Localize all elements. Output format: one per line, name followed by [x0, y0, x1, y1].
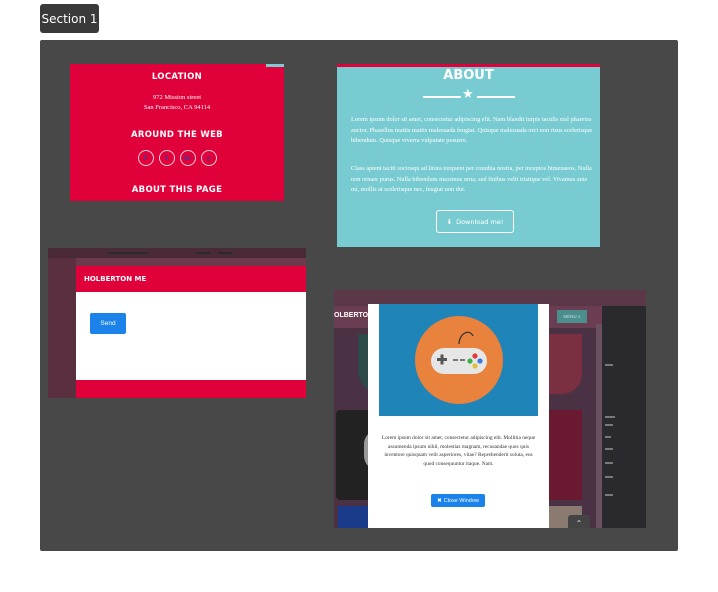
dribbble-icon[interactable]: ◎ [200, 150, 217, 166]
close-icon: ✖ [437, 497, 442, 504]
gamepad-icon [415, 316, 503, 404]
about-this-page-heading: ABOUT THIS PAGE [131, 185, 223, 195]
devtools-line [605, 364, 613, 366]
linkedin-icon[interactable]: in [179, 150, 196, 166]
devtools-line [605, 448, 613, 450]
strip-mark [108, 252, 148, 254]
devtools-line [605, 416, 615, 418]
contact-form-thumbnail: HOLBERTON ME Send [48, 248, 306, 398]
modal-body-text: Lorem ipsum dolor sit amet, consectetur … [381, 435, 536, 467]
strip-mark [218, 252, 232, 254]
dimmed-background [48, 258, 76, 398]
send-button[interactable]: Send [90, 313, 126, 334]
social-links: f t in ◎ [70, 150, 284, 166]
location-footer-thumbnail: LOCATION 972 Mission street San Francisc… [70, 64, 284, 201]
divider-line-right [477, 96, 515, 98]
screenshot-panel: LOCATION 972 Mission street San Francisc… [40, 40, 678, 551]
star-icon: ★ [462, 87, 474, 102]
devtools-line [605, 476, 613, 478]
twitter-icon[interactable]: t [158, 150, 175, 166]
contact-footer [76, 380, 306, 398]
about-section-thumbnail: ABOUT ★ Lorem ipsum dolor sit amet, cons… [337, 64, 600, 247]
address-line-1: 972 Mission street [152, 94, 202, 101]
modal-hero [379, 304, 538, 416]
contact-card: HOLBERTON ME Send [76, 266, 306, 398]
address: 972 Mission street San Francisco, CA 941… [70, 93, 284, 113]
menu-button[interactable]: MENU ≡ [557, 310, 587, 323]
corner-accent [266, 64, 284, 67]
devtools-line [605, 462, 613, 464]
close-window-button[interactable]: ✖ Close Window [431, 494, 485, 507]
about-title: ABOUT [443, 68, 494, 83]
devtools-line [605, 436, 611, 438]
devtools-pane [602, 306, 646, 528]
location-heading: LOCATION [151, 72, 203, 82]
around-the-web-heading: AROUND THE WEB [131, 130, 223, 140]
gallery-item [548, 334, 582, 394]
devtools-line [605, 494, 613, 496]
top-border [337, 64, 600, 67]
facebook-icon[interactable]: f [137, 150, 154, 166]
navbar-brand: OLBERTO [334, 312, 369, 319]
back-to-top-button[interactable]: ⌃ [568, 515, 590, 528]
section-button[interactable]: Section 1 [40, 4, 99, 33]
gallery-item [548, 410, 582, 500]
gallery-item [338, 506, 368, 528]
address-line-2: San Francisco, CA 94114 [143, 104, 211, 111]
strip-mark [196, 252, 210, 254]
about-paragraph-1: Lorem ipsum dolor sit amet, consectetur … [351, 116, 593, 144]
modal-dialog: Lorem ipsum dolor sit amet, consectetur … [368, 304, 549, 528]
download-button[interactable]: ⬇ Download me! [436, 210, 514, 233]
contact-header: HOLBERTON ME [76, 266, 306, 292]
modal-thumbnail: OLBERTO MENU ≡ Lorem ipsum dolor sit ame… [334, 290, 646, 528]
close-window-label: Close Window [443, 497, 479, 504]
browser-strip [48, 248, 306, 258]
about-paragraph-2: Class aptent taciti sociosqu ad litora t… [351, 165, 592, 193]
download-label: Download me! [456, 217, 504, 226]
star-divider: ★ [423, 87, 515, 102]
devtools-line [605, 424, 613, 426]
divider-line-left [423, 96, 461, 98]
download-icon: ⬇ [446, 217, 453, 226]
